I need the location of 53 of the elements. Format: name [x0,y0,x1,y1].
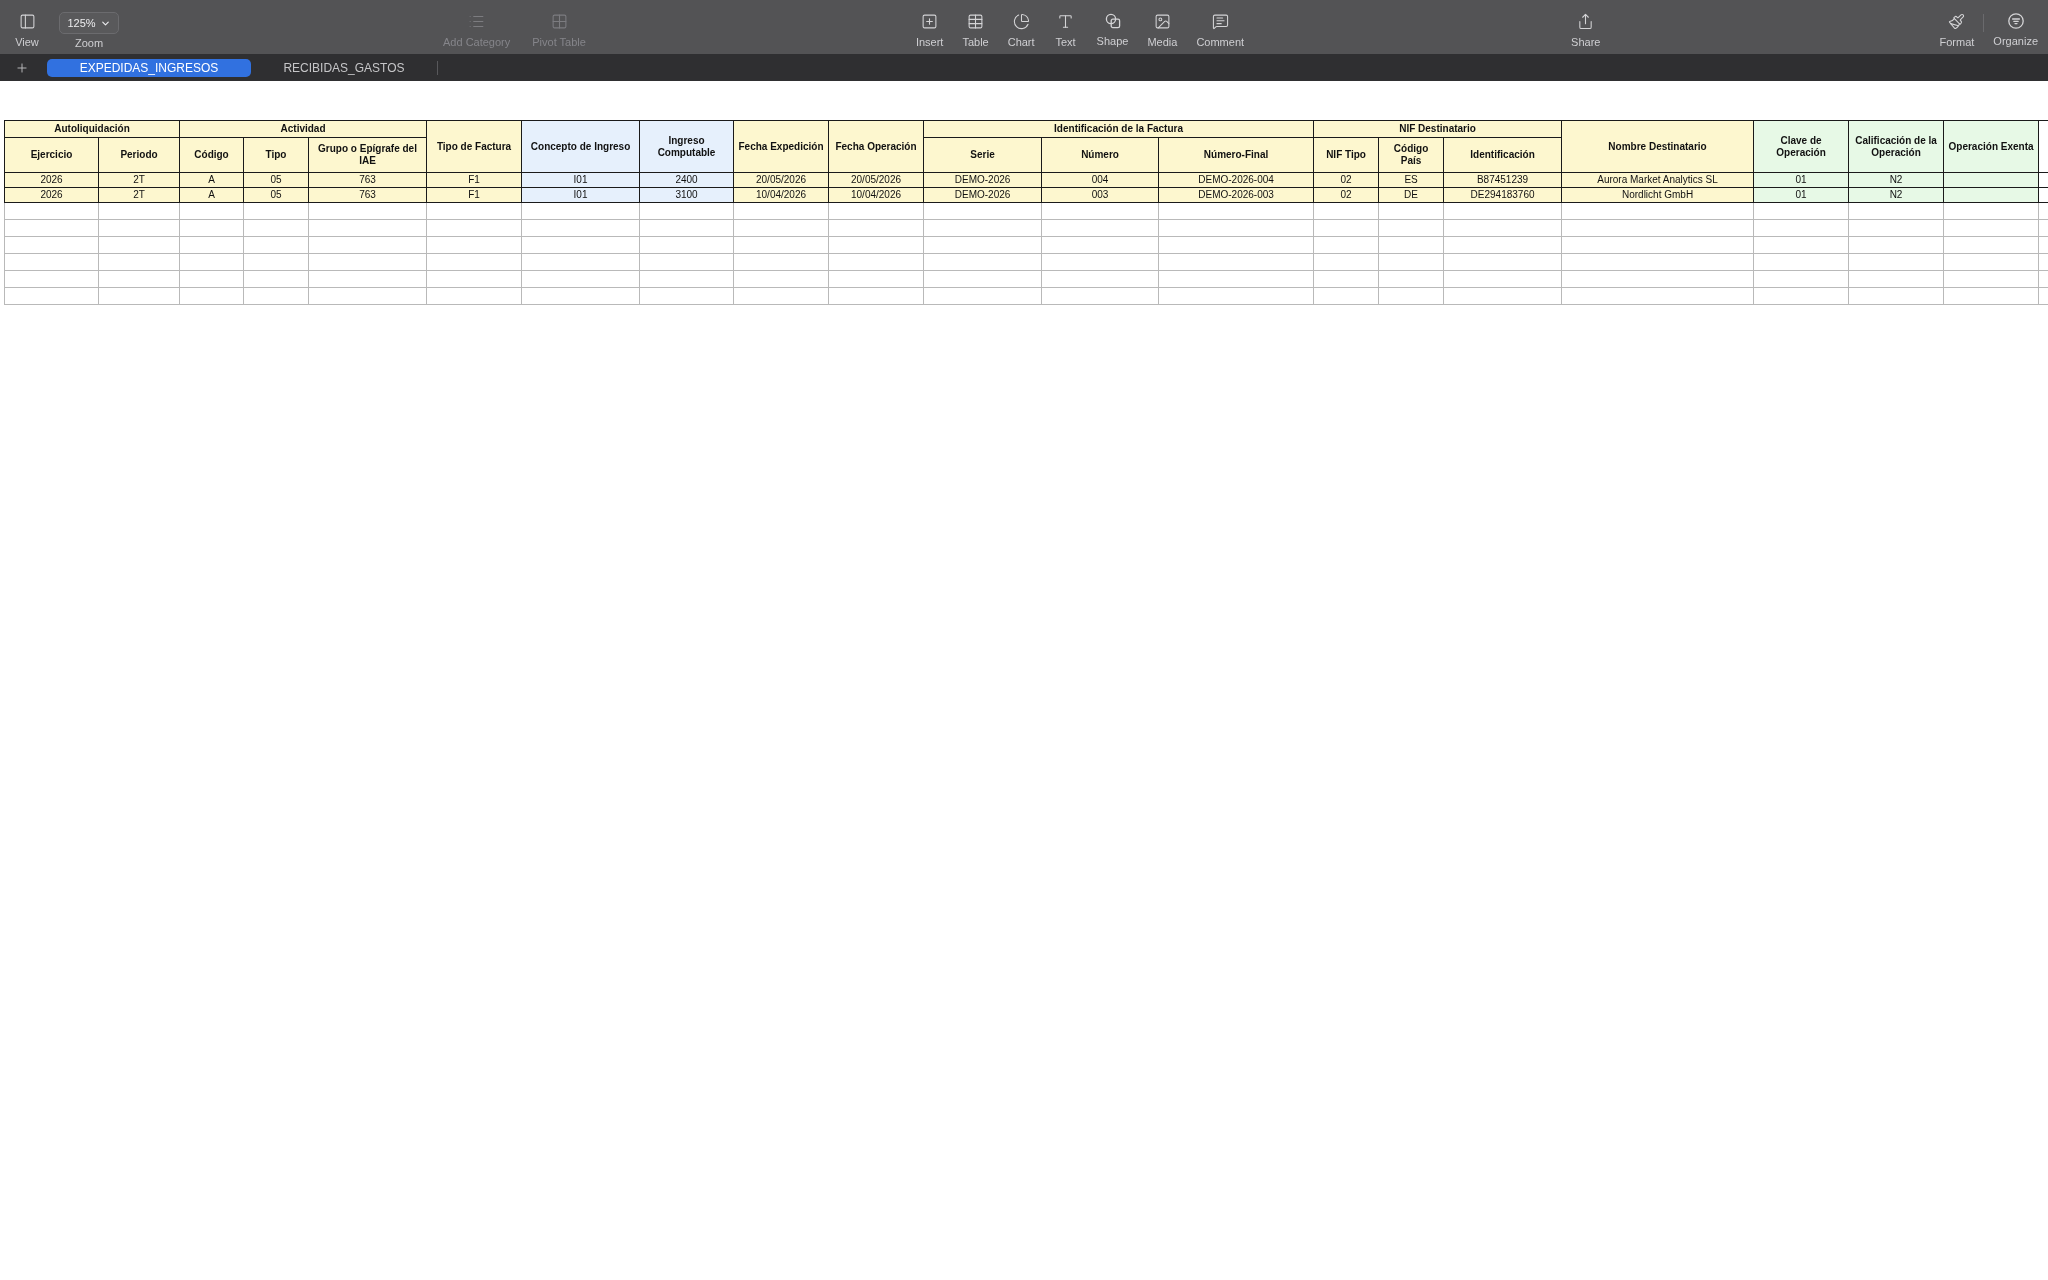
column-header: Clave de Operación [1753,120,1849,173]
column-header: Periodo [98,137,180,173]
column-header: Ejercicio [4,137,99,173]
share-icon [1577,13,1595,30]
paintbrush-icon [1948,13,1966,30]
column-header: Calificación de la Operación [1848,120,1944,173]
format-button[interactable]: Format [1939,0,1975,49]
zoom-dropdown[interactable]: 125% [59,12,119,34]
column-header: Nombre Destinatario [1561,120,1754,173]
sheet-tab[interactable]: EXPEDIDAS_INGRESOS [47,58,251,77]
column-header: Actividad [179,120,427,138]
chart-button[interactable]: Chart [1007,0,1035,49]
column-header: Serie [923,137,1042,173]
image-icon [1153,13,1171,30]
organize-button[interactable]: Organize [1993,0,2038,48]
sheet-tab[interactable]: RECIBIDAS_GASTOS [251,58,437,77]
media-button[interactable]: Media [1147,0,1178,49]
column-header: Fecha Expedición [733,120,829,173]
column-header: Número [1041,137,1159,173]
view-button[interactable]: View [15,0,39,49]
plus-square-icon [921,13,939,30]
table-button[interactable]: Table [962,0,989,49]
column-header: Tipo [243,137,309,173]
plus-icon [15,60,29,75]
filter-icon [2007,13,2024,29]
zoom-label: Zoom [74,37,104,50]
column-header: Número-Final [1158,137,1314,173]
list-icon [468,13,486,30]
column-header: Código [179,137,244,173]
sidebar-icon [18,13,36,30]
column-header: Grupo o Epígrafe del IAE [308,137,427,173]
column-header: Identificación [1443,137,1562,173]
column-header: NIF Destinatario [1313,120,1562,138]
share-button[interactable]: Share [1571,0,1601,49]
text-button[interactable]: Text [1053,0,1078,49]
comment-button[interactable]: Comment [1196,0,1245,49]
shape-button[interactable]: Shape [1096,0,1129,48]
column-header: NIF Tipo [1313,137,1379,173]
column-header: Código País [1378,137,1444,173]
column-header: Ingreso Computable [639,120,734,173]
column-header: Fecha Operación [828,120,924,173]
column-header: Operación Exenta [1943,120,2039,173]
column-header: Concepto de Ingreso [521,120,640,173]
shapes-icon [1104,13,1121,29]
comment-icon [1211,13,1229,30]
column-header: Autoliquidación [4,120,180,138]
column-header: Tipo de Factura [426,120,522,173]
column-header: Identificación de la Factura [923,120,1314,138]
grid-icon [550,13,568,30]
text-icon [1057,13,1075,30]
insert-button[interactable]: Insert [915,0,944,49]
table-icon [967,13,985,30]
pie-chart-icon [1012,13,1030,30]
